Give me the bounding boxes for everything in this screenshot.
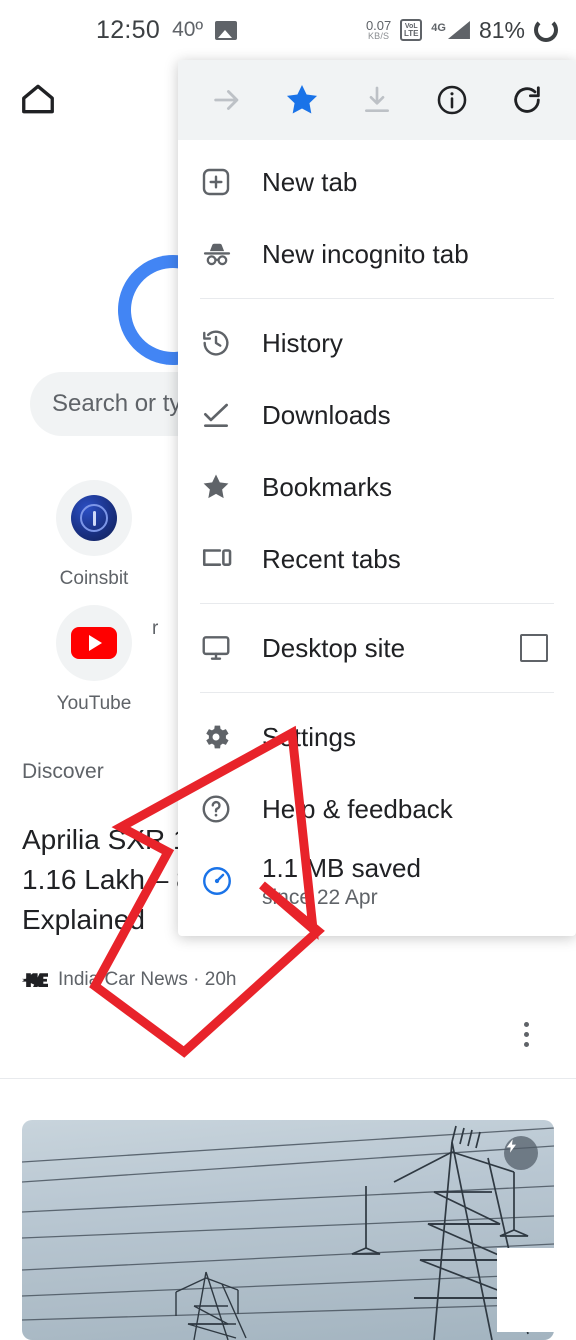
discover-section-header: Discover	[22, 760, 104, 783]
star-icon	[200, 471, 244, 503]
menu-header-toolbar	[178, 60, 576, 140]
menu-item-label: New incognito tab	[262, 238, 469, 269]
page-info-button[interactable]	[426, 74, 478, 126]
menu-item-data-saver[interactable]: 1.1 MB saved since 22 Apr	[178, 845, 576, 917]
data-rate-unit: KB/S	[367, 31, 390, 41]
forward-button[interactable]	[201, 74, 253, 126]
menu-item-label: New tab	[262, 166, 358, 197]
downloads-icon	[200, 399, 244, 431]
incognito-icon	[200, 237, 244, 271]
recent-tabs-icon	[200, 542, 244, 576]
white-overlay-patch	[497, 1248, 576, 1332]
partial-tile-label: r	[152, 618, 159, 639]
menu-item-label: Help & feedback	[262, 793, 453, 824]
menu-item-help-and-feedback[interactable]: Help & feedback	[178, 773, 576, 845]
data-saver-icon	[200, 864, 244, 898]
menu-item-label: Desktop site	[262, 632, 406, 663]
menu-item-history[interactable]: History	[178, 307, 576, 379]
status-time: 12:50	[96, 15, 161, 44]
network-type-label: 4G	[431, 22, 446, 34]
menu-divider	[200, 692, 554, 693]
desktop-site-checkbox[interactable]	[520, 634, 548, 662]
status-bar-left: 12:50 40º	[96, 15, 238, 45]
reload-button[interactable]	[501, 74, 553, 126]
article-photo-card[interactable]	[22, 1120, 554, 1340]
india-car-news-favicon	[22, 973, 48, 988]
menu-item-list: New tab New incognito tab History Downlo…	[178, 140, 576, 917]
chrome-overflow-menu: New tab New incognito tab History Downlo…	[178, 60, 576, 936]
menu-item-desktop-site[interactable]: Desktop site	[178, 612, 576, 684]
status-bar: 12:50 40º 0.07 KB/S VoL LTE 4G 81%	[0, 0, 576, 60]
download-button[interactable]	[351, 74, 403, 126]
menu-item-downloads[interactable]: Downloads	[178, 379, 576, 451]
coinsbit-icon	[56, 480, 132, 556]
menu-divider	[200, 298, 554, 299]
content-divider	[0, 1078, 576, 1079]
status-bar-right: 0.07 KB/S VoL LTE 4G 81%	[366, 17, 558, 44]
status-temperature: 40º	[172, 18, 204, 41]
image-icon	[215, 20, 238, 40]
data-saver-text-stack: 1.1 MB saved since 22 Apr	[244, 853, 421, 910]
volte-icon: VoL LTE	[400, 19, 423, 41]
battery-percent: 81%	[478, 16, 525, 43]
menu-item-bookmarks[interactable]: Bookmarks	[178, 451, 576, 523]
menu-item-label: Bookmarks	[262, 471, 393, 502]
menu-item-new-tab[interactable]: New tab	[178, 146, 576, 218]
signal-bars-icon: 4G	[431, 21, 470, 39]
article-source-row: India Car News · 20h	[22, 969, 282, 991]
new-tab-icon	[200, 166, 244, 198]
menu-item-recent-tabs[interactable]: Recent tabs	[178, 523, 576, 595]
menu-item-label: History	[262, 327, 343, 358]
article-source: India Car News · 20h	[58, 969, 237, 991]
help-circle-icon	[200, 793, 244, 825]
data-rate-indicator: 0.07 KB/S	[366, 19, 391, 41]
menu-item-label: Downloads	[262, 399, 391, 430]
battery-ring-icon	[534, 18, 558, 42]
shortcut-tile-coinsbit[interactable]: Coinsbit	[25, 480, 163, 590]
signal-strength-icon	[447, 21, 470, 39]
more-vertical-icon[interactable]	[524, 1022, 529, 1047]
bookmark-button[interactable]	[276, 74, 328, 126]
shortcut-tile-youtube[interactable]: YouTube	[25, 605, 163, 715]
menu-item-label: 1.1 MB saved	[262, 852, 421, 883]
amp-lightning-icon	[504, 1136, 538, 1170]
menu-item-settings[interactable]: Settings	[178, 701, 576, 773]
tile-label: Coinsbit	[59, 568, 129, 589]
menu-divider	[200, 603, 554, 604]
menu-item-label: Recent tabs	[262, 543, 401, 574]
home-icon[interactable]	[18, 80, 58, 123]
tile-label: YouTube	[56, 693, 132, 714]
transmission-towers-illustration	[22, 1125, 554, 1340]
youtube-icon	[56, 605, 132, 681]
history-icon	[200, 327, 244, 359]
menu-item-new-incognito-tab[interactable]: New incognito tab	[178, 218, 576, 290]
menu-item-sublabel: since 22 Apr	[262, 885, 378, 909]
volte-bottom-text: LTE	[404, 28, 419, 38]
desktop-icon	[200, 632, 244, 664]
menu-item-label: Settings	[262, 721, 356, 752]
gear-icon	[200, 721, 244, 753]
